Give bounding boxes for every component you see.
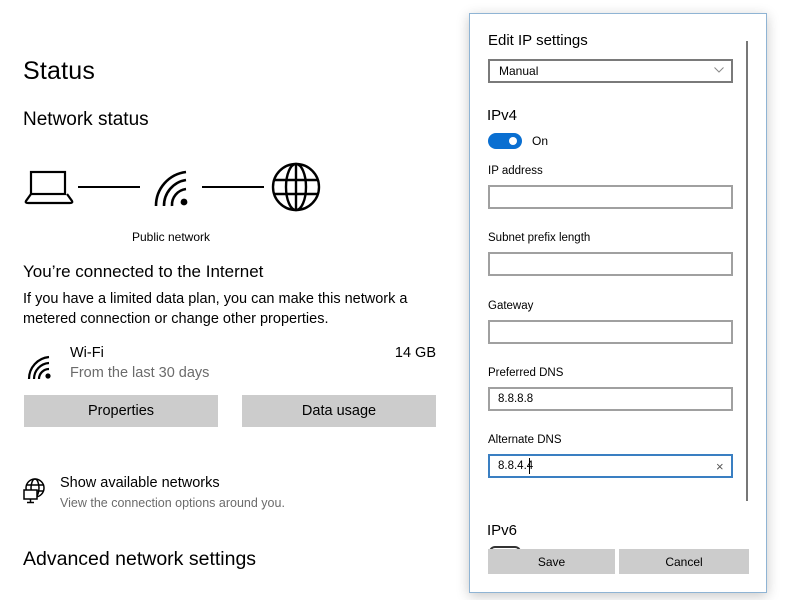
gateway-label: Gateway	[488, 300, 534, 312]
alternate-dns-label: Alternate DNS	[488, 434, 562, 446]
ip-address-label: IP address	[488, 165, 543, 177]
clear-icon[interactable]: ×	[716, 460, 724, 474]
show-networks-title: Show available networks	[60, 475, 220, 491]
ipv4-toggle[interactable]	[488, 133, 522, 149]
data-usage-amount: 14 GB	[394, 345, 436, 361]
gateway-input[interactable]	[488, 320, 733, 344]
ip-mode-value: Manual	[499, 64, 539, 78]
connection-description: If you have a limited data plan, you can…	[23, 291, 408, 327]
save-button[interactable]: Save	[488, 549, 615, 574]
show-networks-subtitle: View the connection options around you.	[60, 496, 285, 510]
adapter-name: Wi-Fi	[70, 345, 104, 361]
ipv4-heading: IPv4	[487, 107, 518, 124]
scrollbar[interactable]	[746, 41, 748, 501]
globe-network-icon	[23, 478, 45, 504]
advanced-settings-heading: Advanced network settings	[23, 548, 257, 570]
alternate-dns-input[interactable]	[488, 454, 733, 478]
edit-ip-settings-dialog: Edit IP settings Manual IPv4 On IP addre…	[469, 13, 767, 593]
subnet-prefix-label: Subnet prefix length	[488, 232, 591, 244]
adapter-subtitle: From the last 30 days	[70, 365, 210, 381]
ip-mode-select[interactable]: Manual	[488, 59, 733, 83]
wifi-icon	[154, 170, 188, 207]
preferred-dns-input[interactable]	[488, 387, 733, 411]
ipv4-toggle-state: On	[532, 134, 549, 148]
page-title: Status	[23, 57, 96, 85]
show-available-networks-link[interactable]: Show available networks View the connect…	[23, 474, 353, 518]
toggle-knob	[509, 137, 517, 145]
dialog-title: Edit IP settings	[488, 32, 588, 49]
globe-icon	[271, 162, 321, 212]
ipv6-heading: IPv6	[487, 522, 518, 539]
adapter-row: Wi-Fi From the last 30 days 14 GB	[23, 344, 436, 384]
ip-address-input[interactable]	[488, 185, 733, 209]
cancel-button[interactable]: Cancel	[619, 549, 749, 574]
connector-line	[202, 186, 264, 188]
laptop-icon	[24, 170, 74, 205]
text-caret	[529, 458, 530, 474]
chevron-down-icon	[714, 67, 724, 73]
network-status-heading: Network status	[23, 109, 149, 130]
data-usage-button[interactable]: Data usage	[242, 395, 436, 427]
properties-button[interactable]: Properties	[24, 395, 218, 427]
network-diagram	[22, 162, 332, 216]
network-type-label: Public network	[131, 230, 211, 244]
wifi-icon	[27, 355, 51, 380]
connection-status-heading: You’re connected to the Internet	[23, 262, 264, 281]
connector-line	[78, 186, 140, 188]
subnet-prefix-input[interactable]	[488, 252, 733, 276]
preferred-dns-label: Preferred DNS	[488, 367, 564, 379]
